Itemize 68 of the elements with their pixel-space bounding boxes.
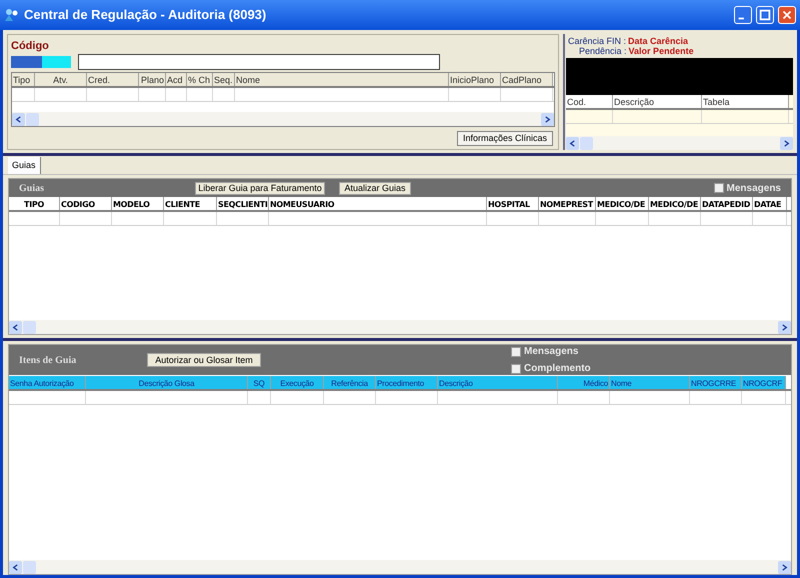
horizontal-scrollbar[interactable] bbox=[566, 136, 793, 150]
minimize-icon[interactable] bbox=[734, 6, 752, 24]
checkbox[interactable] bbox=[511, 346, 521, 356]
field-value: Valor Pendente bbox=[628, 46, 694, 56]
column-header[interactable]: Seq. bbox=[213, 73, 235, 86]
column-header[interactable]: Cred. bbox=[87, 73, 139, 86]
checkbox[interactable] bbox=[511, 364, 521, 374]
column-header[interactable]: NOMEUSUARIO bbox=[269, 197, 487, 210]
column-header[interactable]: Acd bbox=[166, 73, 187, 86]
toolbar-button[interactable]: Atualizar Guias bbox=[339, 182, 411, 194]
checkbox-label: Mensagens bbox=[524, 345, 578, 359]
column-header[interactable]: HOSPITAL bbox=[487, 197, 539, 210]
column-header[interactable]: CODIGO bbox=[60, 197, 112, 210]
close-icon[interactable] bbox=[778, 6, 796, 24]
column-header[interactable]: Descrição bbox=[438, 376, 558, 389]
column-header[interactable]: MODELO bbox=[112, 197, 164, 210]
column-header[interactable]: MEDICO/DE bbox=[649, 197, 701, 210]
field-label: Pendência : bbox=[579, 46, 627, 56]
column-header[interactable]: NROGCRF bbox=[742, 376, 786, 389]
code-label: Código bbox=[11, 40, 50, 53]
column-header[interactable]: Atv. bbox=[35, 73, 87, 86]
horizontal-scrollbar[interactable] bbox=[12, 112, 554, 126]
column-header[interactable]: CadPlano bbox=[501, 73, 553, 86]
app-icon bbox=[4, 7, 20, 23]
maximize-icon[interactable] bbox=[756, 6, 774, 24]
column-header[interactable]: Tipo bbox=[12, 73, 35, 86]
panel-title: Guias bbox=[19, 182, 46, 196]
column-header[interactable]: SEQCLIENTI bbox=[217, 197, 269, 210]
column-header[interactable]: Nome bbox=[235, 73, 449, 86]
clinical-info-button[interactable]: Informações Clínicas bbox=[456, 131, 553, 146]
scroll-thumb[interactable] bbox=[23, 560, 36, 574]
field-value: Data Carência bbox=[628, 36, 688, 46]
column-header[interactable]: DATAE bbox=[753, 197, 787, 210]
panel-title: Itens de Guia bbox=[19, 354, 78, 368]
column-header[interactable]: Senha Autorização bbox=[9, 376, 86, 389]
tab[interactable]: Guias bbox=[8, 157, 41, 174]
column-header[interactable]: Médico bbox=[558, 376, 610, 389]
scroll-thumb[interactable] bbox=[23, 320, 36, 334]
column-header[interactable]: SQ bbox=[248, 376, 271, 389]
column-header[interactable]: Referência bbox=[324, 376, 376, 389]
column-header[interactable]: NOMEPREST bbox=[539, 197, 596, 210]
column-header[interactable]: Descrição Glosa bbox=[86, 376, 248, 389]
column-header[interactable]: Nome bbox=[610, 376, 690, 389]
column-header[interactable]: Procedimento bbox=[376, 376, 438, 389]
column-header[interactable]: Plano bbox=[139, 73, 166, 86]
column-header[interactable]: NROGCRRE bbox=[690, 376, 742, 389]
column-header[interactable]: Execução bbox=[271, 376, 324, 389]
column-header[interactable]: % Ch bbox=[187, 73, 213, 86]
column-header[interactable]: Cod. bbox=[566, 95, 613, 108]
checkbox-label: Complemento bbox=[524, 362, 591, 376]
column-header[interactable]: InicioPlano bbox=[449, 73, 501, 86]
toolbar-button[interactable]: Liberar Guia para Faturamento bbox=[195, 182, 325, 194]
code-input-field[interactable] bbox=[78, 54, 440, 70]
field-label: Carência FIN : bbox=[568, 36, 626, 46]
horizontal-scrollbar[interactable] bbox=[9, 560, 791, 574]
checkbox[interactable] bbox=[714, 183, 724, 193]
toolbar-button[interactable]: Autorizar ou Glosar Item bbox=[147, 353, 261, 367]
horizontal-scrollbar[interactable] bbox=[9, 320, 791, 334]
scroll-thumb[interactable] bbox=[580, 136, 593, 150]
code-color-box bbox=[11, 56, 71, 68]
window-title: Central de Regulação - Auditoria (8093) bbox=[24, 6, 268, 24]
column-header[interactable]: Descrição bbox=[613, 95, 702, 108]
checkbox-label: Mensagens bbox=[726, 182, 781, 196]
column-header[interactable]: MEDICO/DE bbox=[596, 197, 649, 210]
column-header[interactable]: Tabela bbox=[702, 95, 789, 108]
column-header[interactable]: DATAPEDID bbox=[701, 197, 753, 210]
column-header[interactable]: CLIENTE bbox=[164, 197, 217, 210]
scroll-thumb[interactable] bbox=[26, 112, 39, 126]
